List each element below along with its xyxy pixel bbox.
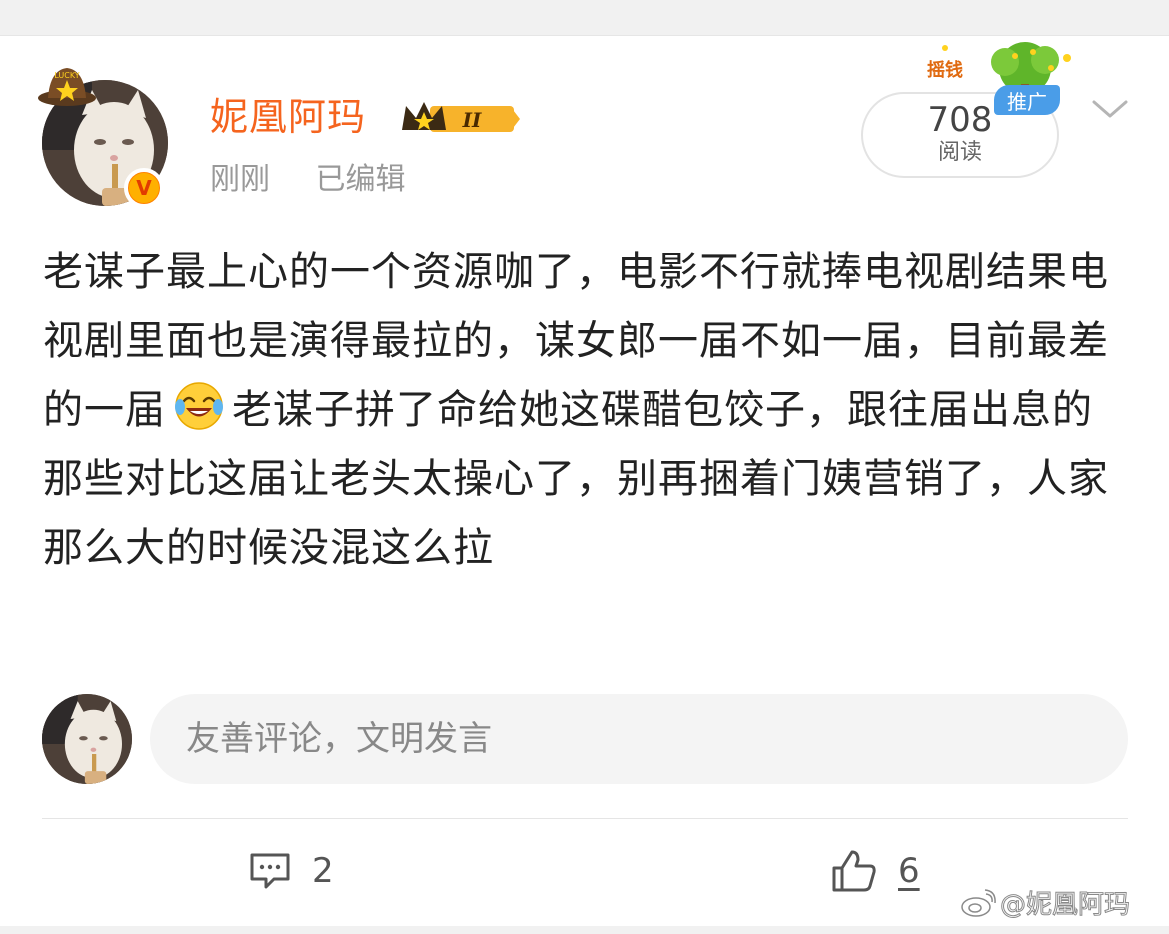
current-user-avatar[interactable]	[42, 694, 132, 784]
lucky-hat-text: LUCKY	[54, 71, 79, 80]
read-label: 阅读	[937, 140, 982, 165]
weibo-logo-icon	[961, 888, 996, 917]
lucky-hat-icon: LUCKY	[38, 68, 96, 106]
post-timestamp: 刚刚	[210, 162, 270, 197]
crown-level-text: II	[462, 108, 482, 132]
author-avatar-container[interactable]: LUCKY V	[38, 68, 170, 208]
chevron-down-icon[interactable]	[1090, 94, 1130, 124]
watermark-text: @妮凰阿玛	[999, 890, 1131, 921]
promo-art-text: 摇钱	[927, 59, 963, 81]
like-count: 6	[898, 851, 920, 891]
author-name[interactable]: 妮凰阿玛	[210, 92, 366, 142]
laughing-crying-icon	[175, 382, 223, 430]
cat-avatar-image	[42, 694, 132, 784]
top-separator-strip	[0, 0, 1169, 36]
edit-status[interactable]: 已编辑	[316, 162, 406, 197]
promo-tag: 推广	[994, 85, 1060, 115]
comment-button[interactable]: 2	[248, 846, 334, 896]
post-content: 老谋子最上心的一个资源咖了，电影不行就捧电视剧结果电视剧里面也是演得最拉的，谋女…	[43, 238, 1133, 583]
like-button[interactable]: 6	[830, 846, 920, 896]
bottom-separator-strip	[0, 926, 1169, 934]
comment-icon	[250, 853, 290, 889]
post-meta: 刚刚 已编辑	[210, 158, 442, 202]
crown-level-badge-icon: II	[402, 102, 520, 132]
weibo-watermark: @妮凰阿玛	[960, 884, 1131, 921]
divider	[42, 818, 1128, 819]
verified-v-icon: V	[129, 173, 159, 203]
comment-count: 2	[312, 851, 334, 891]
comment-input[interactable]	[150, 694, 1128, 784]
verified-badge: V	[124, 168, 164, 208]
thumbs-up-icon	[832, 850, 876, 892]
